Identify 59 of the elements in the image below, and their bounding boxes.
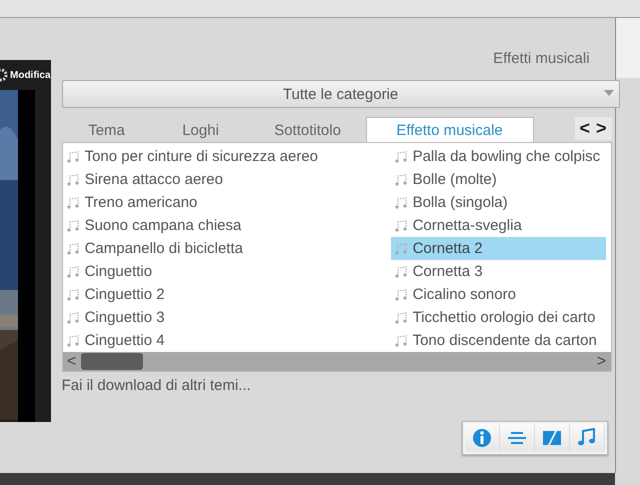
note-icon [66, 264, 80, 278]
music-note-button[interactable] [570, 424, 605, 452]
effect-item[interactable]: Cornetta 2 [390, 237, 606, 260]
note-icon [394, 288, 408, 302]
note-icon [394, 172, 408, 186]
edit-button[interactable]: Modifica [10, 70, 51, 80]
scrollbar-thumb[interactable] [80, 353, 143, 370]
note-icon [394, 218, 408, 232]
note-icon [66, 310, 80, 324]
effect-item[interactable]: Ticchettio orologio dei carto [390, 306, 611, 329]
background-window-edge [616, 18, 640, 78]
effect-item[interactable]: Treno americano [62, 191, 391, 214]
effect-item[interactable]: Cinguettio 4 [62, 329, 391, 352]
effect-item[interactable]: Bolle (molte) [390, 168, 611, 191]
slash-box-button[interactable] [534, 424, 570, 452]
effect-item[interactable]: Cornetta-sveglia [390, 214, 611, 237]
note-icon [394, 196, 408, 210]
tab[interactable]: Sottotitolo [250, 117, 366, 142]
effect-item[interactable]: Sirena attacco aereo [62, 168, 391, 191]
note-icon [394, 334, 408, 348]
effect-item[interactable]: Cinguettio 2 [62, 283, 391, 306]
note-icon [66, 196, 80, 210]
download-link[interactable]: Fai il download di altri temi... [62, 377, 251, 394]
scroll-left-button[interactable]: < [62, 352, 81, 370]
note-icon [394, 264, 408, 278]
gear-icon [0, 68, 8, 82]
note-icon [394, 242, 408, 256]
note-icon [66, 334, 80, 348]
lines-button[interactable] [500, 424, 535, 452]
effect-item[interactable]: Tono discendente da carton [390, 329, 611, 352]
dropdown-arrow-icon [604, 90, 614, 96]
effect-item[interactable]: Cinguettio [62, 260, 391, 283]
note-icon [66, 218, 80, 232]
info-icon [472, 428, 492, 448]
category-dropdown[interactable]: Tutte le categorie [62, 80, 620, 108]
previous-tab-button[interactable]: < [580, 118, 590, 139]
note-icon [66, 172, 80, 186]
note-icon [394, 150, 408, 164]
music-note-icon [576, 428, 597, 448]
note-icon [66, 288, 80, 302]
scroll-right-button[interactable]: > [592, 352, 611, 370]
panel-title: Effetti musicali [493, 50, 590, 69]
note-icon [66, 150, 80, 164]
next-tab-button[interactable]: > [596, 118, 607, 139]
note-icon [66, 242, 80, 256]
effect-item[interactable]: Tono per cinture di sicurezza aereo [62, 145, 391, 168]
tab[interactable]: Tema [62, 117, 152, 142]
effect-item[interactable]: Campanello di bicicletta [62, 237, 391, 260]
tab[interactable]: Loghi [152, 117, 250, 142]
effect-item[interactable]: Bolla (singola) [390, 191, 611, 214]
effect-item[interactable]: Cicalino sonoro [390, 283, 611, 306]
effect-item[interactable]: Suono campana chiesa [62, 214, 391, 237]
effect-item[interactable]: Cornetta 3 [390, 260, 611, 283]
info-button[interactable] [464, 424, 500, 452]
slash-box-icon [542, 428, 562, 448]
effect-item[interactable]: Cinguettio 3 [62, 306, 391, 329]
tab[interactable]: Effetto musicale [366, 117, 534, 142]
note-icon [394, 310, 408, 324]
effect-item[interactable]: Palla da bowling che colpisc [390, 145, 611, 168]
